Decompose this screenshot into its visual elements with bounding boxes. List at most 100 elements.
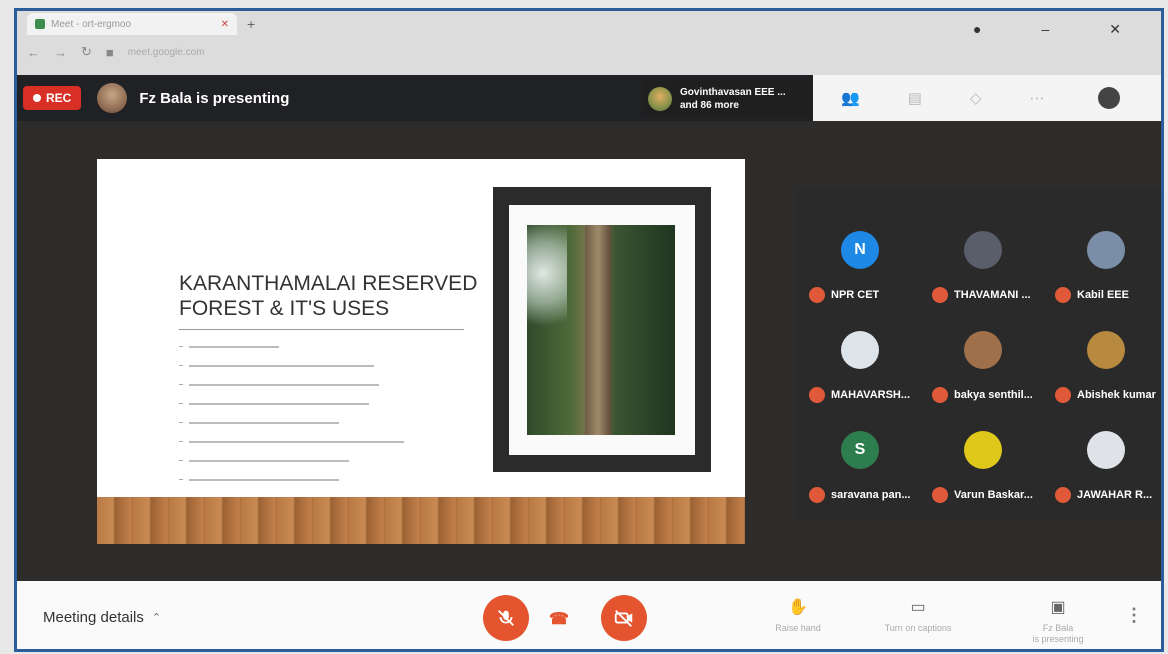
mic-muted-icon <box>932 387 948 403</box>
slide-bullet <box>179 375 404 394</box>
meeting-details-button[interactable]: Meeting details ⌃ <box>43 609 161 626</box>
self-avatar[interactable] <box>1098 87 1121 109</box>
chat-icon[interactable]: ▤ <box>908 89 922 107</box>
window-controls: ● – ✕ <box>973 21 1121 38</box>
bullet-marker <box>179 479 183 480</box>
bullet-text-line <box>189 402 369 405</box>
slide-bullet <box>179 470 404 489</box>
forest-photo <box>527 225 675 435</box>
camera-off-button[interactable] <box>601 595 647 641</box>
participant-tile[interactable]: JAWAHAR R... <box>1049 417 1161 517</box>
participant-avatar: S <box>841 431 879 469</box>
presenter-avatar <box>97 83 128 113</box>
participant-avatar <box>964 231 1002 269</box>
forest-sky <box>527 225 567 345</box>
chevron-up-icon: ⌃ <box>151 612 162 624</box>
participants-summary[interactable]: Govinthavasan EEE ... and 86 more <box>642 81 812 117</box>
participant-label: Kabil EEE <box>1055 287 1129 303</box>
bullet-marker <box>179 441 183 442</box>
mic-off-icon <box>498 610 514 626</box>
hang-up-icon[interactable]: ☎ <box>549 609 569 629</box>
raise-hand-button[interactable]: ✋ Raise hand <box>753 597 843 634</box>
mic-muted-icon <box>1055 287 1071 303</box>
minimize-icon[interactable]: – <box>1041 21 1049 38</box>
participant-tile[interactable]: Abishek kumar <box>1049 317 1161 417</box>
slide-divider <box>179 329 464 330</box>
hand-icon: ✋ <box>788 599 808 616</box>
participant-name: THAVAMANI ... <box>954 289 1031 301</box>
close-window-icon[interactable]: ✕ <box>1109 21 1121 38</box>
tab-title: Meet - ort-ergmoo <box>51 18 132 30</box>
browser-chrome: Meet - ort-ergmoo ✕ + ← → ↻ ■ meet.googl… <box>17 11 1161 75</box>
raise-hand-label: Raise hand <box>775 623 821 633</box>
participant-tile[interactable]: N NPR CET <box>803 217 923 317</box>
participant-name: bakya senthil... <box>954 389 1033 401</box>
record-dot-icon <box>33 94 41 102</box>
participant-name: Varun Baskar... <box>954 489 1033 501</box>
microphone-off-button[interactable] <box>483 595 529 641</box>
camera-off-icon <box>614 610 633 627</box>
people-icon[interactable]: 👥 <box>841 89 860 107</box>
participant-label: THAVAMANI ... <box>932 287 1031 303</box>
bullet-text-line <box>189 459 349 462</box>
url-field[interactable]: meet.google.com <box>128 47 205 58</box>
participant-name: Abishek kumar <box>1077 389 1156 401</box>
forward-icon[interactable]: → <box>54 45 67 60</box>
picture-mat <box>509 205 695 455</box>
wooden-floor <box>97 497 745 544</box>
participant-avatar <box>648 87 672 111</box>
slide-bullets <box>179 337 404 489</box>
mic-muted-icon <box>809 287 825 303</box>
slide-bullet <box>179 432 404 451</box>
meet-icon-tray: 👥 ▤ ◇ ⋯ <box>813 75 1161 121</box>
bottom-control-bar: Meeting details ⌃ ☎ ✋ Raise hand ▭ Turn … <box>17 581 1161 649</box>
participant-label: MAHAVARSH... <box>809 387 910 403</box>
browser-tab[interactable]: Meet - ort-ergmoo ✕ <box>27 13 237 35</box>
activities-icon[interactable]: ◇ <box>970 89 982 107</box>
bullet-marker <box>179 422 183 423</box>
recording-badge: REC <box>23 86 82 110</box>
more-vertical-icon[interactable]: ⋮ <box>1125 605 1143 626</box>
slide-bullet <box>179 451 404 470</box>
more-options-icon[interactable]: ⋯ <box>1029 89 1044 107</box>
meeting-details-label: Meeting details <box>43 609 144 626</box>
participant-tile[interactable]: Varun Baskar... <box>926 417 1046 517</box>
bullet-marker <box>179 384 183 385</box>
participants-line-1: Govinthavasan EEE ... <box>680 87 786 98</box>
bullet-text-line <box>189 421 339 424</box>
bullet-marker <box>179 403 183 404</box>
participant-avatar <box>1087 331 1125 369</box>
reload-icon[interactable]: ↻ <box>81 44 92 60</box>
bullet-marker <box>179 346 183 347</box>
participant-grid: N NPR CET THAVAMANI ... Kabil EEE MAHAVARSH.… <box>797 189 1161 519</box>
bullet-text-line <box>189 478 339 481</box>
tab-close-icon[interactable]: ✕ <box>221 19 229 30</box>
participant-tile[interactable]: Ssaravana pan... <box>803 417 923 517</box>
participant-name: saravana pan... <box>831 489 911 501</box>
participant-tile[interactable]: MAHAVARSH... <box>803 317 923 417</box>
captions-button[interactable]: ▭ Turn on captions <box>873 597 963 634</box>
back-icon[interactable]: ← <box>27 45 40 60</box>
bullet-marker <box>179 365 183 366</box>
new-tab-icon[interactable]: + <box>247 16 255 32</box>
bullet-text-line <box>189 383 379 386</box>
presenting-status-button[interactable]: ▣ Fz Bala is presenting <box>1013 597 1103 645</box>
participant-label: bakya senthil... <box>932 387 1033 403</box>
participant-tile[interactable]: bakya senthil... <box>926 317 1046 417</box>
participants-text: Govinthavasan EEE ... and 86 more <box>680 86 786 112</box>
location-icon[interactable]: ● <box>973 21 981 38</box>
mic-muted-icon <box>1055 487 1071 503</box>
participant-avatar <box>964 331 1002 369</box>
participant-label: NPR CET <box>809 287 879 303</box>
participant-tile[interactable]: THAVAMANI ... <box>926 217 1046 317</box>
presenting-text: Fz Bala is presenting <box>139 89 290 107</box>
participant-name: NPR CET <box>831 289 880 301</box>
captions-icon: ▭ <box>910 599 926 616</box>
slide-bullet <box>179 337 404 356</box>
bullet-marker <box>179 460 183 461</box>
participant-tile[interactable]: Kabil EEE <box>1049 217 1161 317</box>
captions-label: Turn on captions <box>884 623 952 633</box>
slide-title: KARANTHAMALAI RESERVED FOREST & IT'S USE… <box>179 272 478 320</box>
participant-name: JAWAHAR R... <box>1077 489 1153 501</box>
participant-avatar <box>1087 431 1125 469</box>
